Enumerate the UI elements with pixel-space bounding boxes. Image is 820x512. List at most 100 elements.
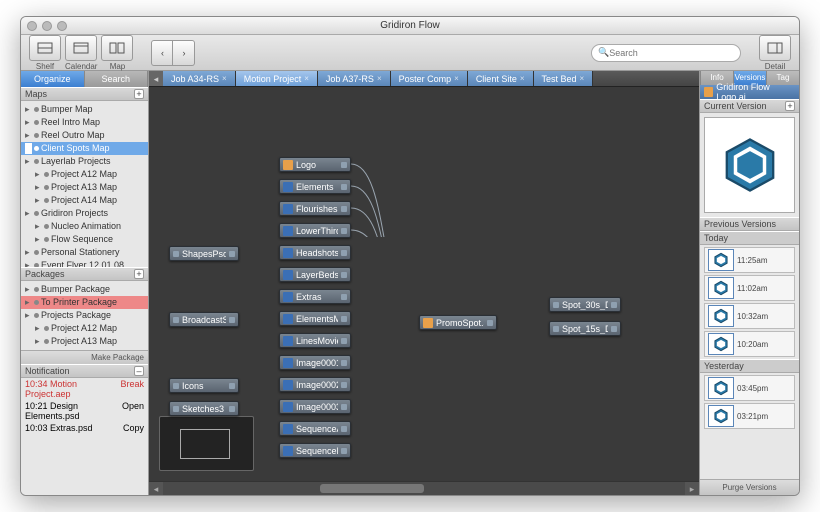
version-row[interactable]: 11:25am [704, 247, 795, 273]
node-canvas[interactable]: ShapesPsdv32 BroadcastSlides Icons Sketches… [149, 87, 699, 481]
package-item[interactable]: ▸Bumper Package [21, 283, 148, 296]
packages-header: Packages + [21, 267, 148, 281]
scroll-thumb[interactable] [320, 484, 424, 493]
close-icon[interactable]: × [377, 71, 382, 87]
asset-node[interactable]: LowerThirds [279, 223, 351, 238]
today-header: Today [700, 231, 799, 245]
file-type-icon [283, 204, 293, 214]
calendar-button[interactable] [65, 35, 97, 61]
file-type-icon [283, 336, 293, 346]
asset-node[interactable]: Image0001 [279, 355, 351, 370]
version-thumb [708, 405, 734, 427]
map-item[interactable]: ▸Gridiron Projects [21, 207, 148, 220]
tab-search[interactable]: Search [85, 71, 149, 87]
map-item[interactable]: ▸Nucleo Animation [21, 220, 148, 233]
current-version-preview[interactable] [704, 117, 795, 213]
map-item[interactable]: ▸Flow Sequence [21, 233, 148, 246]
version-row[interactable]: 03:21pm [704, 403, 795, 429]
doc-tab[interactable]: Test Bed× [534, 71, 594, 86]
close-icon[interactable]: × [520, 71, 525, 87]
map-item[interactable]: ▸Bumper Map [21, 103, 148, 116]
map-item[interactable]: ▸Event Flyer 12.01.08 [21, 259, 148, 267]
version-row[interactable]: 10:20am [704, 331, 795, 357]
notif-expand-button[interactable]: – [134, 366, 144, 376]
minimap[interactable] [159, 416, 254, 471]
map-item[interactable]: ▸Reel Intro Map [21, 116, 148, 129]
asset-node[interactable]: Flourishes [279, 201, 351, 216]
map-item[interactable]: ▸Project A13 Map [21, 181, 148, 194]
package-item[interactable]: ▸Project A12 Map [21, 322, 148, 335]
version-thumb [708, 249, 734, 271]
asset-node[interactable]: SequenceB [279, 443, 351, 458]
search-input[interactable] [609, 48, 734, 58]
map-item[interactable]: ▸Project A14 Map [21, 194, 148, 207]
doc-tab[interactable]: Poster Comp× [391, 71, 468, 86]
search-field[interactable]: 🔍 [591, 44, 741, 62]
close-icon[interactable]: × [454, 71, 459, 87]
maps-tree[interactable]: ▸Bumper Map▸Reel Intro Map▸Reel Outro Ma… [21, 101, 148, 267]
doc-tab[interactable]: Client Site× [468, 71, 534, 86]
group-node[interactable]: ShapesPsdv32 [169, 246, 239, 261]
version-row[interactable]: 03:45pm [704, 375, 795, 401]
map-item[interactable]: ▸Personal Stationery [21, 246, 148, 259]
package-item[interactable]: ▸To Printer Package [21, 296, 148, 309]
package-item[interactable]: ▸Projects Package [21, 309, 148, 322]
asset-node[interactable]: LayerBeds [279, 267, 351, 282]
add-package-button[interactable]: + [134, 269, 144, 279]
close-icon[interactable]: × [304, 71, 309, 87]
version-thumb [708, 277, 734, 299]
group-node[interactable]: BroadcastSlides [169, 312, 239, 327]
canvas-h-scrollbar[interactable]: ◂ ▸ [149, 481, 699, 495]
shelf-button[interactable] [29, 35, 61, 61]
output-node[interactable]: Spot_15s_D1 [549, 321, 621, 336]
close-icon[interactable]: × [580, 71, 585, 87]
notification-row[interactable]: 10:21 Design Elements.psdOpen [21, 400, 148, 422]
document-tabs: ◂ Job A34-RS×Motion Project×Job A37-RS×P… [149, 71, 699, 87]
nav-fwd-button[interactable]: › [173, 40, 195, 66]
add-map-button[interactable]: + [134, 89, 144, 99]
tabs-scroll-left[interactable]: ◂ [149, 71, 163, 86]
doc-tab[interactable]: Job A34-RS× [163, 71, 236, 86]
logo-icon [721, 136, 779, 194]
file-type-icon [283, 402, 293, 412]
asset-node[interactable]: Image0002 [279, 377, 351, 392]
asset-node[interactable]: Image0003 [279, 399, 351, 414]
toolbar: Shelf Calendar Map ‹ › 🔍 Detail [21, 35, 799, 71]
package-item[interactable]: ▸Project A13 Map [21, 335, 148, 348]
doc-tab[interactable]: Job A37-RS× [318, 71, 391, 86]
tab-organize[interactable]: Organize [21, 71, 85, 87]
asset-node[interactable]: Logo [279, 157, 351, 172]
version-row[interactable]: 10:32am [704, 303, 795, 329]
scroll-right-arrow[interactable]: ▸ [685, 482, 699, 495]
asset-node[interactable]: LinesMovie [279, 333, 351, 348]
output-node[interactable]: Spot_30s_D1 [549, 297, 621, 312]
version-row[interactable]: 11:02am [704, 275, 795, 301]
group-node[interactable]: Icons [169, 378, 239, 393]
right-panel: Info Versions Tag Gridiron Flow Logo.ai … [699, 71, 799, 495]
purge-versions-button[interactable]: Purge Versions [700, 479, 799, 495]
asset-node[interactable]: SequenceA [279, 421, 351, 436]
yesterday-header: Yesterday [700, 359, 799, 373]
file-type-icon [283, 248, 293, 258]
doc-tab[interactable]: Motion Project× [236, 71, 318, 86]
asset-node[interactable]: Elements [279, 179, 351, 194]
notification-row[interactable]: 10:34 Motion Project.aepBreak [21, 378, 148, 400]
group-node[interactable]: Sketches3 [169, 401, 239, 416]
map-item[interactable]: ▸Reel Outro Map [21, 129, 148, 142]
asset-node[interactable]: Extras [279, 289, 351, 304]
comp-node[interactable]: PromoSpot.aep [419, 315, 497, 330]
close-icon[interactable]: × [222, 71, 227, 87]
map-button[interactable] [101, 35, 133, 61]
make-package-button[interactable]: Make Package [21, 350, 148, 364]
detail-button[interactable] [759, 35, 791, 61]
map-item[interactable]: ▸Project A12 Map [21, 168, 148, 181]
asset-node[interactable]: ElementsMovie [279, 311, 351, 326]
map-item[interactable]: ▸Client Spots Map [21, 142, 148, 155]
add-version-button[interactable]: + [785, 101, 795, 111]
packages-tree[interactable]: ▸Bumper Package▸To Printer Package▸Proje… [21, 281, 148, 350]
notification-row[interactable]: 10:03 Extras.psdCopy [21, 422, 148, 434]
scroll-left-arrow[interactable]: ◂ [149, 482, 163, 495]
nav-back-button[interactable]: ‹ [151, 40, 173, 66]
asset-node[interactable]: Headshots [279, 245, 351, 260]
map-item[interactable]: ▸Layerlab Projects [21, 155, 148, 168]
